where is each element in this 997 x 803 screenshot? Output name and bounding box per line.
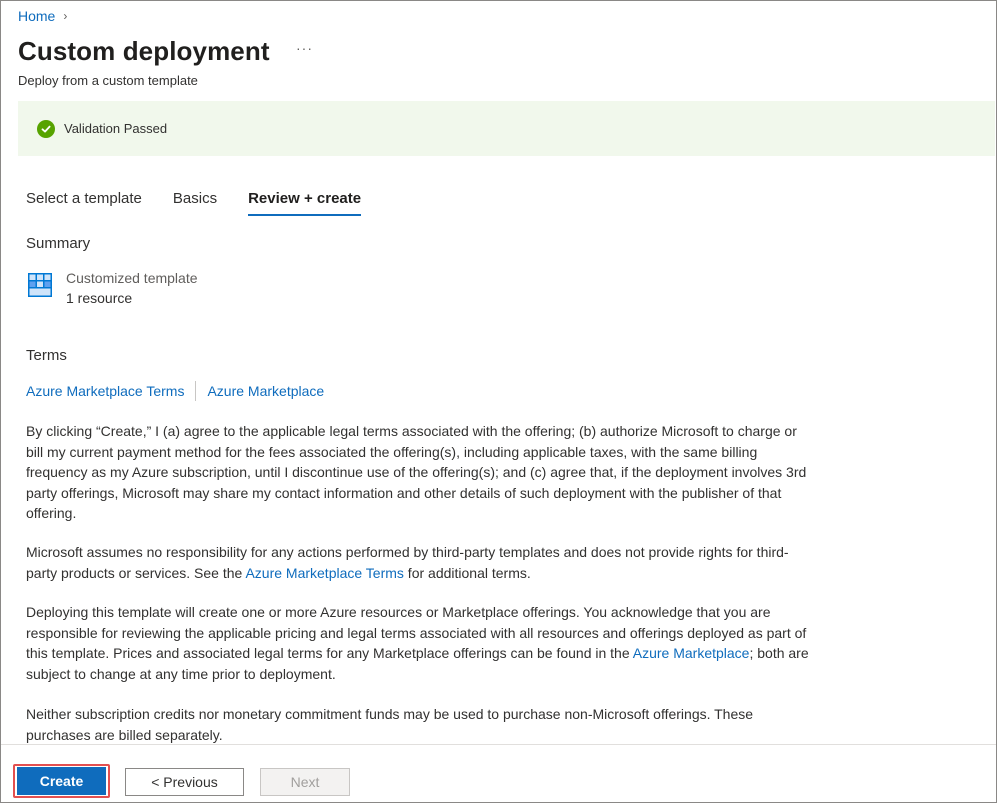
resource-count: 1 resource <box>66 290 133 306</box>
terms-links: Azure Marketplace Terms Azure Marketplac… <box>26 381 324 401</box>
next-button[interactable]: Next <box>260 768 350 796</box>
breadcrumb: Home › <box>18 8 67 24</box>
summary-heading: Summary <box>26 235 91 252</box>
chevron-right-icon: › <box>63 9 68 23</box>
terms-paragraph-2-text-b: for additional terms. <box>403 564 531 581</box>
inline-marketplace-link[interactable]: Azure Marketplace <box>633 645 750 661</box>
create-button[interactable]: Create <box>17 767 106 795</box>
terms-paragraph-4: Neither subscription credits nor monetar… <box>26 706 754 743</box>
wizard-tabs: Select a template Basics Review + create <box>26 190 392 216</box>
tab-select-template[interactable]: Select a template <box>26 190 142 216</box>
terms-heading: Terms <box>26 347 67 364</box>
page-subtitle: Deploy from a custom template <box>18 73 198 88</box>
more-options-icon[interactable]: ··· <box>296 40 313 56</box>
terms-paragraph-2: Microsoft assumes no responsibility for … <box>26 542 816 583</box>
template-grid-icon <box>28 273 52 297</box>
terms-paragraph-1: By clicking “Create,” I (a) agree to the… <box>26 423 807 521</box>
terms-paragraph-3: Deploying this template will create one … <box>26 602 816 684</box>
validation-message: Validation Passed <box>64 121 168 136</box>
azure-marketplace-terms-link[interactable]: Azure Marketplace Terms <box>26 383 184 399</box>
check-circle-icon <box>37 119 55 138</box>
resource-name: Customized template <box>66 270 198 286</box>
previous-button[interactable]: < Previous <box>125 768 244 796</box>
validation-banner: Validation Passed <box>18 101 995 156</box>
footer-divider <box>1 744 996 745</box>
tab-review-create[interactable]: Review + create <box>248 190 362 216</box>
tab-basics[interactable]: Basics <box>173 190 217 216</box>
page-title: Custom deployment <box>18 36 270 66</box>
azure-marketplace-link[interactable]: Azure Marketplace <box>207 383 324 399</box>
breadcrumb-home-link[interactable]: Home <box>18 8 55 24</box>
inline-marketplace-terms-link[interactable]: Azure Marketplace Terms <box>245 565 403 581</box>
link-divider <box>195 381 197 401</box>
